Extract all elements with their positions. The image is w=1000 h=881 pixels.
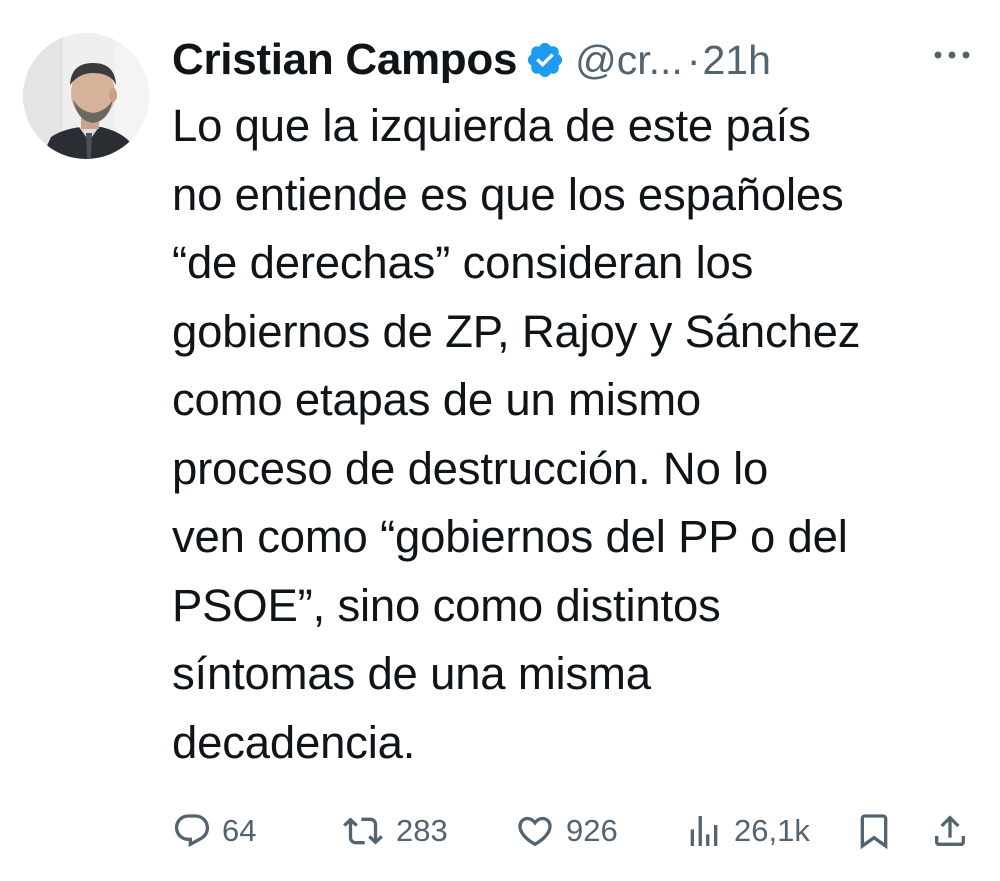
retweet-icon	[340, 811, 386, 851]
avatar[interactable]	[23, 33, 149, 159]
tweet-text-line: no entiende es que los españoles	[172, 168, 844, 220]
retweet-count: 283	[396, 813, 448, 848]
tweet-text-line: gobiernos de ZP, Rajoy y Sánchez	[172, 305, 861, 357]
timestamp[interactable]: 21h	[702, 37, 770, 84]
verified-badge-icon[interactable]	[525, 40, 565, 80]
views-icon	[684, 811, 724, 851]
separator-dot: ·	[686, 36, 701, 83]
reply-icon	[172, 811, 212, 851]
views-count: 26,1k	[734, 813, 810, 848]
tweet-text-line: proceso de destrucción. No lo	[172, 442, 769, 494]
views-button[interactable]: 26,1k	[684, 805, 810, 857]
share-button[interactable]	[930, 805, 970, 857]
bookmark-button[interactable]	[854, 805, 894, 857]
tweet-text: Lo que la izquierda de este país no enti…	[172, 92, 992, 777]
tweet-text-line: “de derechas” consideran los	[172, 237, 754, 288]
tweet-text-line: Lo que la izquierda de este país	[172, 100, 811, 151]
tweet-header: Cristian Campos @cr... · 21h	[172, 30, 771, 90]
tweet-text-line: PSOE”, sino como distintos	[172, 579, 721, 631]
action-bar: 64 283 926 26,1k	[172, 805, 972, 857]
tweet-text-line: síntomas de una misma	[172, 648, 651, 699]
tweet-text-line: como etapas de un mismo	[172, 374, 702, 425]
more-horizontal-icon[interactable]	[932, 43, 972, 67]
like-count: 926	[566, 813, 618, 848]
share-icon	[930, 810, 970, 852]
avatar-image	[23, 33, 149, 159]
tweet[interactable]: Cristian Campos @cr... · 21h Lo que la i…	[0, 0, 1000, 881]
tweet-text-line: decadencia.	[172, 716, 416, 768]
bookmark-icon	[854, 810, 894, 852]
reply-button[interactable]: 64	[172, 805, 256, 857]
handle[interactable]: @cr...	[575, 37, 683, 84]
display-name[interactable]: Cristian Campos	[172, 35, 517, 85]
tweet-text-line: ven como “gobiernos del PP o del	[172, 511, 848, 562]
reply-count: 64	[222, 813, 257, 848]
like-button[interactable]: 926	[514, 805, 618, 857]
like-icon	[514, 811, 556, 851]
retweet-button[interactable]: 283	[340, 805, 448, 857]
